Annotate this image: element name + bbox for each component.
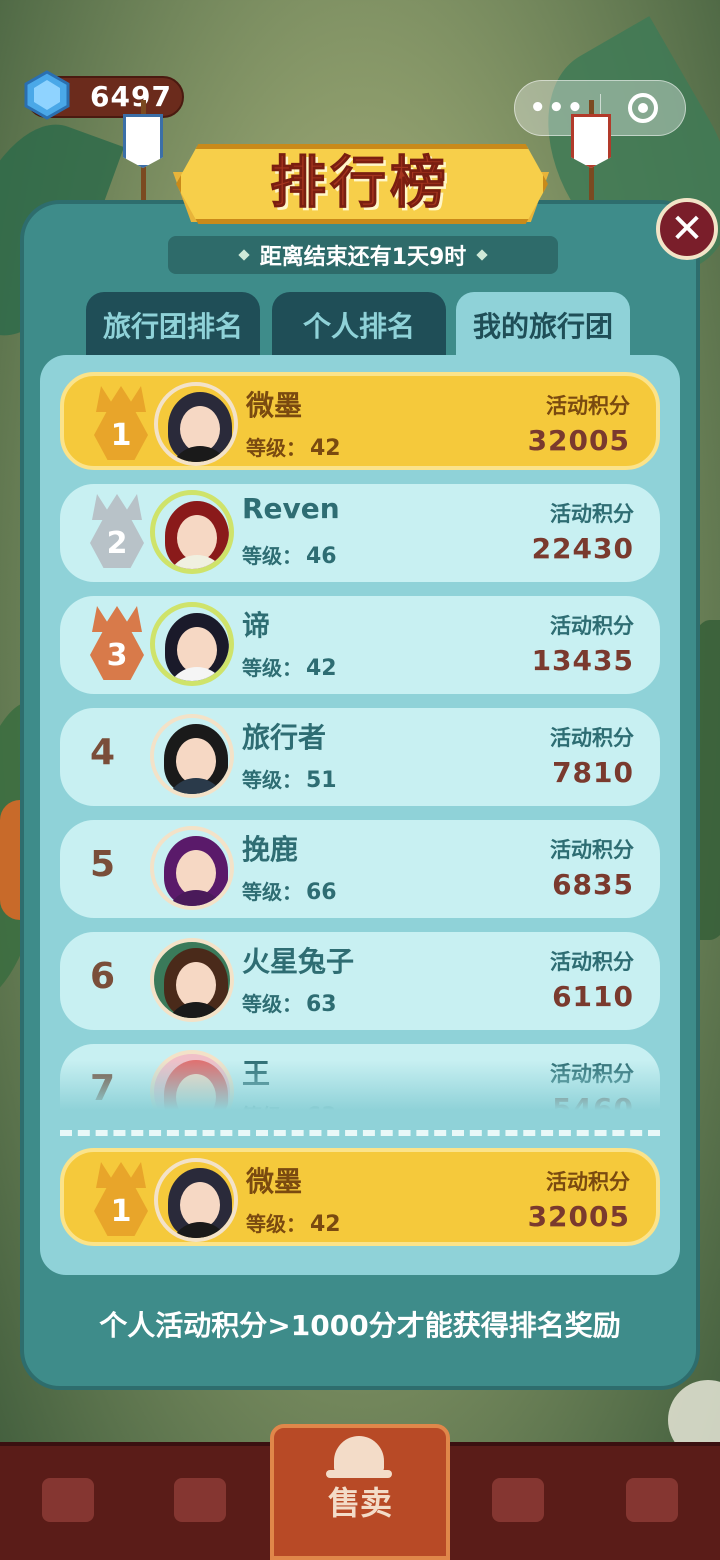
player-level: 等级： 42 bbox=[242, 656, 337, 681]
tab-my-team[interactable]: 我的旅行团 bbox=[456, 292, 630, 358]
cards-icon bbox=[174, 1478, 226, 1522]
map-pin-icon bbox=[492, 1478, 544, 1522]
table-row[interactable]: 5 挽鹿 等级： 66 活动积分 6835 bbox=[60, 820, 660, 918]
countdown-banner: 距离结束还有1天9时 bbox=[168, 236, 558, 274]
rank-number: 6 bbox=[90, 956, 116, 997]
avatar bbox=[150, 938, 234, 1022]
ranking-list[interactable]: 1 微墨 等级： 42 活动积分 32005 2 Reven 等级： 46 活动积分… bbox=[60, 372, 660, 1110]
nav-shop[interactable] bbox=[28, 1470, 108, 1530]
avatar bbox=[150, 490, 234, 574]
player-name: 微墨 bbox=[246, 1165, 303, 1198]
score-label: 活动积分 bbox=[546, 394, 630, 418]
table-row[interactable]: 1 微墨 等级： 42 活动积分 32005 bbox=[60, 1148, 660, 1246]
player-level: 等级： 46 bbox=[242, 544, 337, 569]
player-name: Reven bbox=[242, 492, 340, 525]
score-value: 13435 bbox=[531, 644, 634, 677]
sell-label: 售卖 bbox=[327, 1484, 392, 1522]
player-name: 旅行者 bbox=[242, 721, 327, 754]
reward-rule-note: 个人活动积分>1000分才能获得排名奖励 bbox=[99, 1309, 621, 1342]
player-level: 等级： 66 bbox=[242, 880, 337, 905]
score-label: 活动积分 bbox=[550, 502, 634, 526]
gold-crown-icon: 1 bbox=[92, 382, 150, 464]
shop-bag-icon bbox=[42, 1478, 94, 1522]
silver-crown-icon: 2 bbox=[88, 490, 146, 572]
table-row[interactable]: 3 谛 等级： 42 活动积分 13435 bbox=[60, 596, 660, 694]
my-rank-row[interactable]: 1 微墨 等级： 42 活动积分 32005 bbox=[60, 1148, 660, 1246]
rank-number: 4 bbox=[90, 732, 116, 773]
table-row[interactable]: 2 Reven 等级： 46 活动积分 22430 bbox=[60, 484, 660, 582]
table-row[interactable]: 1 微墨 等级： 42 活动积分 32005 bbox=[60, 372, 660, 470]
score-label: 活动积分 bbox=[550, 614, 634, 638]
score-label: 活动积分 bbox=[550, 726, 634, 750]
player-name: 微墨 bbox=[246, 389, 303, 422]
player-level: 等级： 42 bbox=[246, 1212, 341, 1237]
nav-bus[interactable] bbox=[612, 1470, 692, 1530]
rank-number: 5 bbox=[90, 844, 116, 885]
table-row[interactable]: 4 旅行者 等级： 51 活动积分 7810 bbox=[60, 708, 660, 806]
avatar bbox=[150, 714, 234, 798]
bronze-crown-icon: 3 bbox=[88, 602, 146, 684]
player-name: 火星兔子 bbox=[242, 945, 355, 978]
player-level: 等级：63 bbox=[242, 992, 337, 1017]
diamond-icon bbox=[238, 249, 250, 261]
diamond-icon bbox=[476, 249, 488, 261]
close-button[interactable]: ✕ bbox=[656, 198, 718, 260]
score-value: 32005 bbox=[527, 424, 630, 457]
player-name: 挽鹿 bbox=[242, 833, 299, 866]
tab-team-ranking[interactable]: 旅行团排名 bbox=[86, 292, 260, 358]
score-value: 22430 bbox=[531, 532, 634, 565]
score-label: 活动积分 bbox=[550, 838, 634, 862]
bus-icon bbox=[626, 1478, 678, 1522]
gem-icon bbox=[24, 70, 70, 120]
list-fade-overlay bbox=[60, 1060, 660, 1110]
avatar bbox=[150, 602, 234, 686]
avatar bbox=[154, 1158, 238, 1242]
close-icon: ✕ bbox=[670, 206, 704, 252]
score-label: 活动积分 bbox=[546, 1170, 630, 1194]
score-label: 活动积分 bbox=[550, 950, 634, 974]
nav-cards[interactable] bbox=[160, 1470, 240, 1530]
tab-personal-ranking[interactable]: 个人排名 bbox=[272, 292, 446, 358]
score-value: 6110 bbox=[552, 980, 634, 1013]
player-level: 等级： 42 bbox=[246, 436, 341, 461]
dashed-divider bbox=[60, 1130, 660, 1136]
nav-map[interactable] bbox=[478, 1470, 558, 1530]
player-name: 谛 bbox=[242, 609, 271, 642]
score-value: 7810 bbox=[552, 756, 634, 789]
avatar bbox=[154, 382, 238, 466]
score-value: 32005 bbox=[527, 1200, 630, 1233]
table-row[interactable]: 6 火星兔子 等级： 63 活动积分 6110 bbox=[60, 932, 660, 1030]
page-title: 排行榜 bbox=[270, 151, 450, 217]
score-value: 6835 bbox=[552, 868, 634, 901]
countdown-text: 距离结束还有1天9时 bbox=[259, 245, 467, 270]
player-level: 等级： 51 bbox=[242, 768, 337, 793]
avatar bbox=[150, 826, 234, 910]
sell-bell-base bbox=[326, 1470, 392, 1478]
target-icon bbox=[627, 93, 658, 123]
gold-crown-icon: 1 bbox=[92, 1158, 150, 1240]
